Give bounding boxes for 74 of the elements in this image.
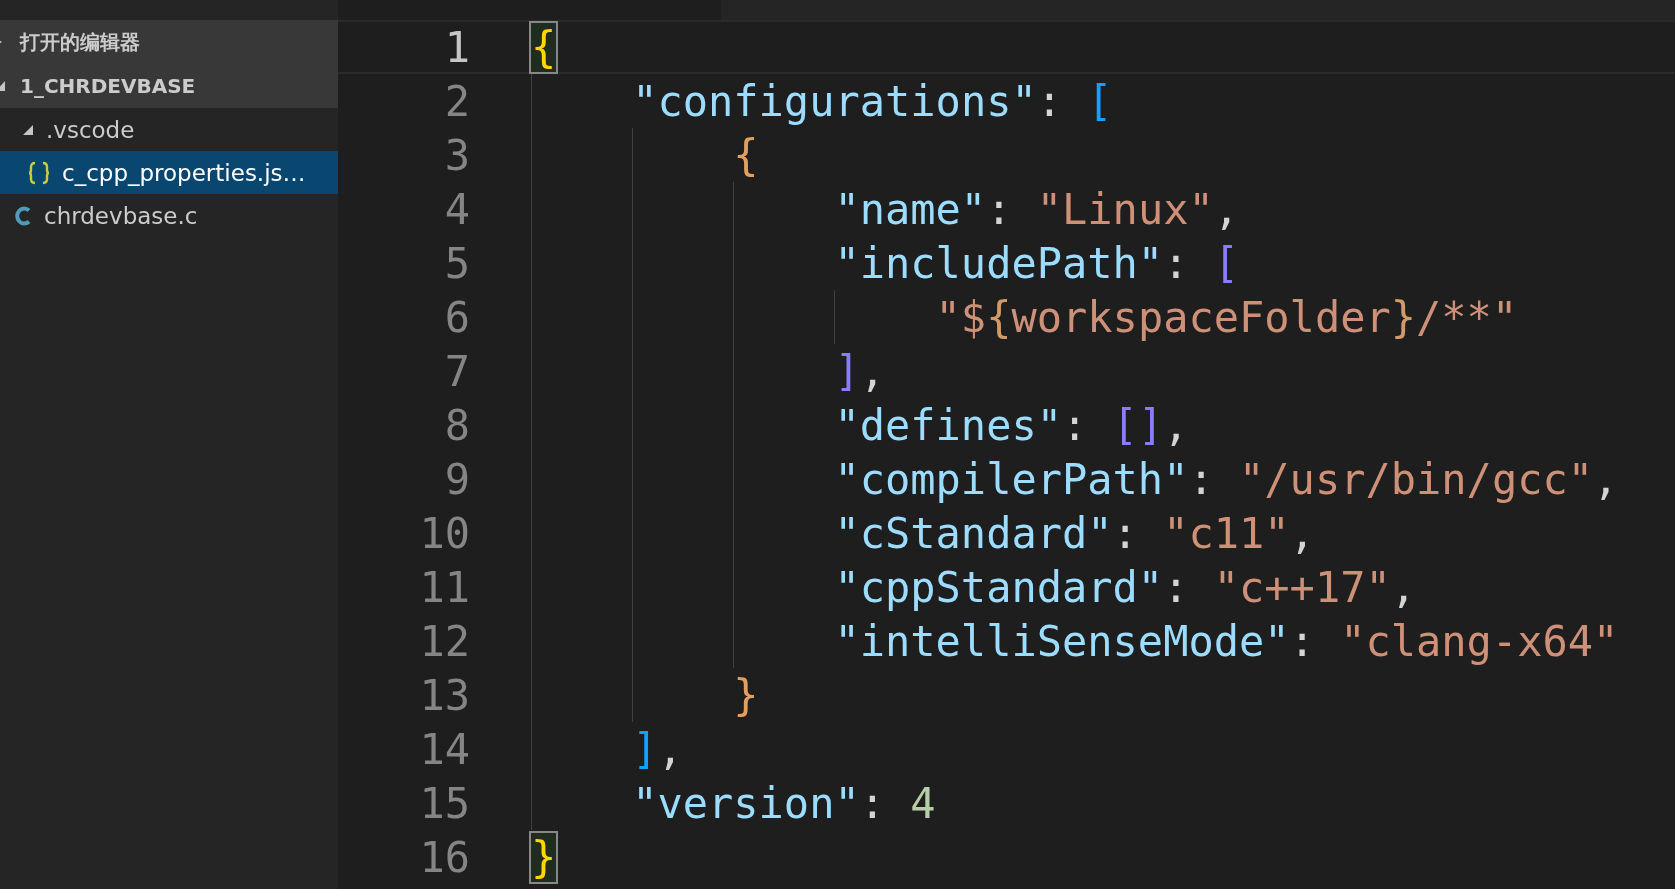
code-token: ,: [859, 346, 886, 396]
section-title: 1_CHRDEVBASE: [20, 74, 196, 98]
c-file-icon: [14, 205, 32, 226]
file-name: c_cpp_properties.js…: [62, 159, 306, 186]
code-token: "includePath": [834, 238, 1164, 288]
code-token: "version": [632, 778, 860, 828]
code-token: "Linux": [1036, 184, 1214, 234]
code-token: :: [1036, 76, 1064, 126]
code-token: :: [859, 778, 887, 828]
code-token: }: [733, 670, 759, 720]
code-token: ]: [632, 724, 658, 774]
code-token: "clang-x64": [1340, 616, 1619, 666]
code-token: "cppStandard": [834, 562, 1164, 612]
file-name: chrdevbase.c: [44, 202, 198, 229]
line-number: 14: [418, 724, 471, 774]
code-token: "cStandard": [834, 508, 1113, 558]
code-token: ,: [1163, 400, 1189, 450]
file-tree-item[interactable]: .vscode: [0, 108, 338, 151]
explorer-section-header[interactable]: 打开的编辑器: [0, 20, 338, 64]
code-token: [: [1213, 238, 1240, 288]
line-number: 7: [443, 346, 471, 396]
code-token: "$: [935, 292, 987, 342]
code-token: :: [1188, 454, 1215, 504]
line-number: 1: [443, 22, 471, 72]
code-token: "compilerPath": [834, 454, 1189, 504]
line-number: 10: [418, 508, 471, 558]
code-token: :: [1112, 508, 1139, 558]
expanded-arrow-icon[interactable]: [22, 123, 34, 136]
code-token: :: [1163, 238, 1190, 288]
line-number: 13: [418, 670, 471, 720]
code-token: ,: [1593, 454, 1619, 504]
code-token: }: [1390, 292, 1417, 342]
line-number: 16: [418, 832, 471, 882]
code-token: :: [1062, 400, 1089, 450]
line-number: 5: [443, 238, 471, 288]
code-token: "c++17": [1213, 562, 1391, 612]
code-token: workspaceFolder: [1011, 292, 1391, 342]
code-token: 4: [910, 778, 936, 828]
code-token: ]: [834, 346, 860, 396]
line-number: 9: [443, 454, 471, 504]
code-token: "intelliSenseMode": [834, 616, 1290, 666]
code-token: ,: [1390, 562, 1417, 612]
code-token: "/usr/bin/gcc": [1239, 454, 1594, 504]
explorer-section-header[interactable]: 1_CHRDEVBASE: [0, 64, 338, 108]
code-token: :: [1289, 616, 1316, 666]
file-tree-item[interactable]: chrdevbase.c: [0, 194, 338, 237]
code-token: {: [986, 292, 1012, 342]
line-number: 15: [418, 778, 471, 828]
line-number: 8: [443, 400, 471, 450]
code-token: {: [733, 130, 759, 180]
code-token: "configurations": [632, 76, 1037, 126]
code-token: "defines": [834, 400, 1062, 450]
line-number: 12: [418, 616, 471, 666]
line-number: 2: [443, 76, 471, 126]
section-title: 打开的编辑器: [20, 28, 140, 56]
file-tree-item[interactable]: c_cpp_properties.js…: [0, 151, 338, 194]
line-number: 11: [418, 562, 471, 612]
code-token: [: [1087, 76, 1113, 126]
line-number: 6: [443, 292, 471, 342]
code-token: []: [1112, 400, 1164, 450]
matched-bracket: }: [531, 832, 557, 882]
line-number: 4: [443, 184, 471, 234]
line-number: 3: [443, 130, 471, 180]
code-token: ,: [657, 724, 683, 774]
code-token: "c11": [1163, 508, 1290, 558]
code-token: /**": [1416, 292, 1518, 342]
file-name: .vscode: [46, 116, 135, 143]
code-token: :: [986, 184, 1013, 234]
code-token: :: [1163, 562, 1190, 612]
code-token: ,: [1289, 508, 1315, 558]
matched-bracket: {: [531, 22, 557, 72]
braces-icon: [28, 160, 50, 185]
code-token: ,: [1213, 184, 1240, 234]
code-token: "name": [834, 184, 987, 234]
